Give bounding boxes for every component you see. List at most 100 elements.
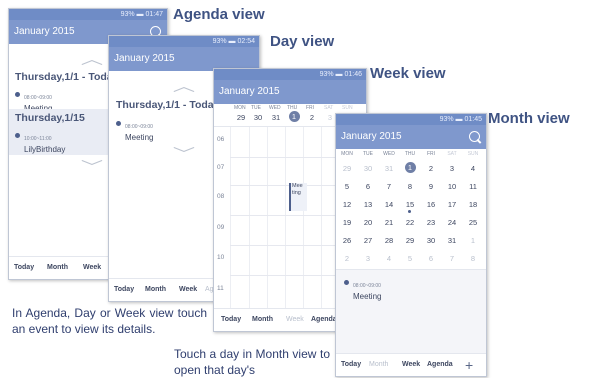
tab-month[interactable]: Month <box>47 264 68 271</box>
tab-agenda[interactable]: Agenda <box>311 316 337 323</box>
month-day[interactable]: 13 <box>358 200 378 209</box>
add-event-button[interactable]: + <box>465 357 473 373</box>
caption-agenda-view: Agenda view <box>173 6 265 23</box>
hour-label: 11 <box>217 285 224 292</box>
agenda-day-heading: Thursday,1/15 <box>15 112 85 124</box>
month-day[interactable]: 21 <box>379 218 399 227</box>
weekday-label: THU <box>404 151 416 157</box>
month-day[interactable]: 28 <box>379 236 399 245</box>
tab-week[interactable]: Week <box>286 316 304 323</box>
month-day[interactable]: 16 <box>421 200 441 209</box>
chevron-down-icon[interactable]: ﹀ <box>173 144 195 164</box>
agenda-event[interactable]: 10:00~11:00 LilyBirthday <box>15 127 65 154</box>
month-title[interactable]: January 2015 <box>219 86 280 97</box>
month-day[interactable]: 10 <box>442 182 462 191</box>
week-date[interactable]: 31 <box>268 113 284 122</box>
month-day[interactable]: 18 <box>463 200 483 209</box>
status-bar: 93% ▬ 01:47 <box>9 9 167 20</box>
tab-month[interactable]: Month <box>145 286 166 293</box>
tab-today[interactable]: Today <box>341 361 361 368</box>
month-title[interactable]: January 2015 <box>14 26 75 37</box>
month-day[interactable]: 25 <box>463 218 483 227</box>
hour-label: 10 <box>217 254 225 261</box>
agenda-day-heading: Thursday,1/1 - Today <box>15 71 119 83</box>
month-day[interactable]: 2 <box>337 254 357 263</box>
caption-month-view: Month view <box>488 110 570 127</box>
tab-month[interactable]: Month <box>369 361 388 368</box>
caption-day-view: Day view <box>270 33 335 50</box>
event-title: Meeting <box>125 133 154 142</box>
day-heading: Thursday,1/1 - Today <box>116 99 220 111</box>
month-day[interactable]: 17 <box>442 200 462 209</box>
tab-today[interactable]: Today <box>14 264 34 271</box>
month-day[interactable]: 23 <box>421 218 441 227</box>
weekday-label: SUN <box>342 105 353 111</box>
chevron-down-icon[interactable]: ﹀ <box>81 157 103 177</box>
month-day[interactable]: 5 <box>337 182 357 191</box>
month-day[interactable]: 7 <box>442 254 462 263</box>
chevron-up-icon[interactable]: ︿ <box>173 76 195 96</box>
month-day[interactable]: 27 <box>358 236 378 245</box>
month-day[interactable]: 19 <box>337 218 357 227</box>
month-day[interactable]: 31 <box>379 164 399 173</box>
month-day[interactable]: 6 <box>421 254 441 263</box>
status-bar: 93% ▬ 01:46 <box>214 69 366 80</box>
week-date[interactable]: 29 <box>233 113 249 122</box>
weekday-label: MON <box>234 105 246 111</box>
tab-week[interactable]: Week <box>179 286 197 293</box>
month-title[interactable]: January 2015 <box>341 131 402 142</box>
month-day[interactable]: 14 <box>379 200 399 209</box>
app-bar: January 2015 <box>214 80 366 104</box>
tab-week[interactable]: Week <box>402 361 420 368</box>
weekday-label: FRI <box>426 151 436 157</box>
month-title[interactable]: January 2015 <box>114 53 175 64</box>
month-day[interactable]: 30 <box>421 236 441 245</box>
week-date-today[interactable]: 1 <box>286 111 302 122</box>
month-day[interactable]: 8 <box>400 182 420 191</box>
month-day[interactable]: 5 <box>400 254 420 263</box>
month-day[interactable]: 12 <box>337 200 357 209</box>
weekday-label: FRI <box>306 105 315 111</box>
month-day[interactable]: 1 <box>463 236 483 245</box>
month-day[interactable]: 4 <box>379 254 399 263</box>
hour-label: 09 <box>217 224 225 231</box>
tab-month[interactable]: Month <box>252 316 273 323</box>
tab-today[interactable]: Today <box>114 286 134 293</box>
week-date[interactable]: 2 <box>304 113 320 122</box>
weekday-label: WED <box>383 151 395 157</box>
month-day[interactable]: 24 <box>442 218 462 227</box>
month-day[interactable]: 20 <box>358 218 378 227</box>
month-day[interactable]: 3 <box>358 254 378 263</box>
month-day[interactable]: 30 <box>358 164 378 173</box>
chevron-up-icon[interactable]: ︿ <box>81 49 103 69</box>
month-day[interactable]: 11 <box>463 182 483 191</box>
event-dot <box>344 280 349 286</box>
month-day[interactable]: 2 <box>421 164 441 173</box>
week-date[interactable]: 30 <box>250 113 266 122</box>
tab-agenda[interactable]: Agenda <box>427 361 453 368</box>
tab-today[interactable]: Today <box>221 316 241 323</box>
month-day[interactable]: 15 <box>400 200 420 209</box>
month-day[interactable]: 31 <box>442 236 462 245</box>
status-bar: 93% ▬ 02:54 <box>109 36 259 47</box>
month-event[interactable]: 08:00~09:00 Meeting <box>344 274 381 301</box>
month-day[interactable]: 22 <box>400 218 420 227</box>
month-day[interactable]: 9 <box>421 182 441 191</box>
month-day[interactable]: 29 <box>400 236 420 245</box>
month-day-today[interactable]: 1 <box>400 162 420 173</box>
month-day[interactable]: 6 <box>358 182 378 191</box>
search-icon[interactable] <box>469 131 480 142</box>
status-bar: 93% ▬ 01:45 <box>336 114 486 125</box>
week-event-block[interactable]: Mee ting <box>289 183 307 211</box>
month-day[interactable]: 7 <box>379 182 399 191</box>
month-day[interactable]: 8 <box>463 254 483 263</box>
month-day[interactable]: 29 <box>337 164 357 173</box>
event-dot <box>15 92 20 98</box>
tab-week[interactable]: Week <box>83 264 101 271</box>
day-event[interactable]: 08:00~09:00 Meeting <box>116 115 153 142</box>
month-grid[interactable]: MON TUE WED THU FRI SAT SUN 29 30 31 1 2… <box>336 149 486 269</box>
event-dot <box>116 121 121 127</box>
month-day[interactable]: 26 <box>337 236 357 245</box>
month-day[interactable]: 4 <box>463 164 483 173</box>
month-day[interactable]: 3 <box>442 164 462 173</box>
